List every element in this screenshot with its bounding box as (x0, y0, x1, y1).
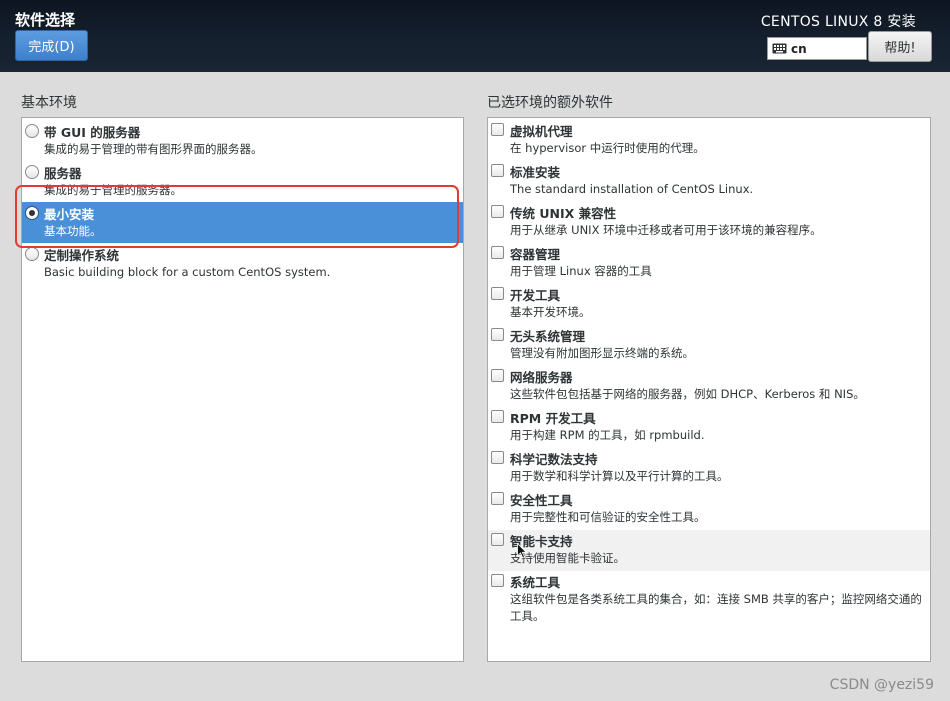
addon-item-smart-card[interactable]: 智能卡支持 支持使用智能卡验证。 (488, 530, 930, 571)
addon-item-container-management[interactable]: 容器管理 用于管理 Linux 容器的工具 (488, 243, 930, 284)
env-item-desc: 集成的易于管理的带有图形界面的服务器。 (44, 142, 263, 156)
addon-item-system-tools[interactable]: 系统工具 这组软件包是各类系统工具的集合，如：连接 SMB 共享的客户；监控网络… (488, 571, 930, 628)
env-item-minimal-install[interactable]: 最小安装 基本功能。 (22, 202, 463, 243)
product-title: CENTOS LINUX 8 安装 (760, 14, 916, 30)
addon-item-name: 智能卡支持 (510, 534, 573, 549)
checkbox[interactable] (491, 492, 504, 505)
addon-item-scientific-support[interactable]: 科学记数法支持 用于数学和科学计算以及平行计算的工具。 (488, 448, 930, 489)
addon-item-name: 系统工具 (510, 575, 561, 590)
addon-item-desc: 用于构建 RPM 的工具，如 rpmbuild. (510, 428, 705, 442)
base-environment-list: 带 GUI 的服务器 集成的易于管理的带有图形界面的服务器。 服务器 集成的易于… (21, 117, 464, 662)
addon-item-desc: 这组软件包是各类系统工具的集合，如：连接 SMB 共享的客户；监控网络交通的工具… (510, 592, 922, 623)
addon-item-name: RPM 开发工具 (510, 411, 596, 426)
addon-item-desc: 基本开发环境。 (510, 305, 591, 319)
addon-item-name: 开发工具 (510, 288, 561, 303)
env-item-desc: 基本功能。 (44, 224, 102, 238)
addons-title: 已选环境的额外软件 (487, 95, 613, 111)
addon-item-desc: 支持使用智能卡验证。 (510, 551, 625, 565)
env-item-server-with-gui[interactable]: 带 GUI 的服务器 集成的易于管理的带有图形界面的服务器。 (22, 120, 463, 161)
addon-item-headless-management[interactable]: 无头系统管理 管理没有附加图形显示终端的系统。 (488, 325, 930, 366)
addon-item-desc: 在 hypervisor 中运行时使用的代理。 (510, 141, 705, 155)
checkbox[interactable] (491, 205, 504, 218)
addon-item-development-tools[interactable]: 开发工具 基本开发环境。 (488, 284, 930, 325)
addon-item-standard[interactable]: 标准安装 The standard installation of CentOS… (488, 161, 930, 202)
addon-item-name: 安全性工具 (510, 493, 573, 508)
env-item-name: 带 GUI 的服务器 (44, 125, 141, 140)
keyboard-layout-label: cn (791, 41, 807, 56)
env-item-name: 服务器 (44, 166, 82, 181)
help-button[interactable]: 帮助! (868, 31, 932, 62)
checkbox[interactable] (491, 287, 504, 300)
checkbox[interactable] (491, 246, 504, 259)
checkbox[interactable] (491, 574, 504, 587)
keyboard-icon (772, 43, 787, 54)
addon-item-legacy-unix[interactable]: 传统 UNIX 兼容性 用于从继承 UNIX 环境中迁移或者可用于该环境的兼容程… (488, 202, 930, 243)
addon-item-desc: 这些软件包包括基于网络的服务器，例如 DHCP、Kerberos 和 NIS。 (510, 387, 865, 401)
addon-item-security-tools[interactable]: 安全性工具 用于完整性和可信验证的安全性工具。 (488, 489, 930, 530)
addon-item-name: 容器管理 (510, 247, 561, 262)
addon-item-name: 虚拟机代理 (510, 124, 573, 139)
addon-item-name: 无头系统管理 (510, 329, 586, 344)
radio-button[interactable] (25, 247, 39, 261)
addon-item-name: 网络服务器 (510, 370, 573, 385)
env-item-server[interactable]: 服务器 集成的易于管理的服务器。 (22, 161, 463, 202)
addon-item-network-servers[interactable]: 网络服务器 这些软件包包括基于网络的服务器，例如 DHCP、Kerberos 和… (488, 366, 930, 407)
env-item-desc: Basic building block for a custom CentOS… (44, 265, 331, 279)
env-item-name: 最小安装 (44, 207, 95, 222)
radio-button[interactable] (25, 165, 39, 179)
checkbox[interactable] (491, 451, 504, 464)
mouse-cursor-icon (517, 543, 527, 559)
checkbox[interactable] (491, 328, 504, 341)
checkbox[interactable] (491, 123, 504, 136)
addon-item-name: 传统 UNIX 兼容性 (510, 206, 617, 221)
addon-item-desc: 用于从继承 UNIX 环境中迁移或者可用于该环境的兼容程序。 (510, 223, 822, 237)
keyboard-layout-indicator[interactable]: cn (767, 37, 867, 60)
env-item-custom-os[interactable]: 定制操作系统 Basic building block for a custom… (22, 243, 463, 284)
addon-item-desc: 用于数学和科学计算以及平行计算的工具。 (510, 469, 729, 483)
addon-item-name: 科学记数法支持 (510, 452, 598, 467)
checkbox[interactable] (491, 533, 504, 546)
addon-item-desc: 用于管理 Linux 容器的工具 (510, 264, 652, 278)
header-bar: 软件选择 完成(D) CENTOS LINUX 8 安装 cn 帮助! (0, 0, 950, 72)
checkbox[interactable] (491, 410, 504, 423)
addon-item-desc: The standard installation of CentOS Linu… (510, 182, 754, 196)
addon-item-name: 标准安装 (510, 165, 561, 180)
page-title: 软件选择 (15, 11, 76, 29)
watermark: CSDN @yezi59 (829, 677, 934, 693)
checkbox[interactable] (491, 369, 504, 382)
base-environment-title: 基本环境 (21, 95, 77, 111)
addon-item-guest-agents[interactable]: 虚拟机代理 在 hypervisor 中运行时使用的代理。 (488, 120, 930, 161)
checkbox[interactable] (491, 164, 504, 177)
addon-item-rpm-development-tools[interactable]: RPM 开发工具 用于构建 RPM 的工具，如 rpmbuild. (488, 407, 930, 448)
radio-button[interactable] (25, 124, 39, 138)
addon-item-desc: 用于完整性和可信验证的安全性工具。 (510, 510, 706, 524)
radio-button-checked[interactable] (25, 206, 39, 220)
env-item-desc: 集成的易于管理的服务器。 (44, 183, 182, 197)
done-button[interactable]: 完成(D) (15, 30, 88, 61)
addons-list: 虚拟机代理 在 hypervisor 中运行时使用的代理。 标准安装 The s… (487, 117, 931, 662)
env-item-name: 定制操作系统 (44, 248, 120, 263)
addon-item-desc: 管理没有附加图形显示终端的系统。 (510, 346, 694, 360)
